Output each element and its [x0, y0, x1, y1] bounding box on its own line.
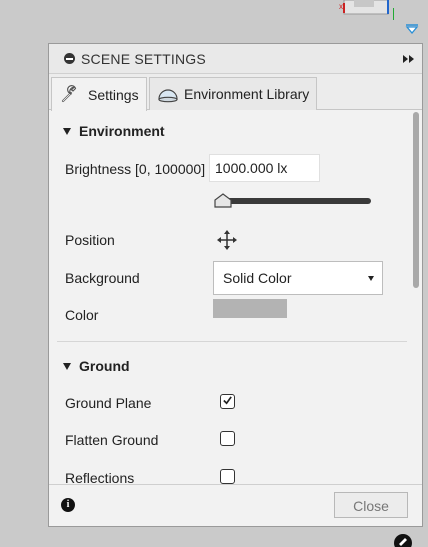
- background-label: Background: [65, 270, 140, 286]
- view-menu-icon[interactable]: [405, 24, 419, 34]
- reflections-label: Reflections: [65, 470, 135, 484]
- viewcube-widget[interactable]: x: [338, 0, 394, 20]
- section-divider: [57, 341, 407, 342]
- reflections-checkbox[interactable]: [220, 469, 235, 484]
- tab-environment-library[interactable]: Environment Library: [149, 77, 317, 110]
- content-scrollbar[interactable]: [411, 110, 420, 484]
- pen-icon[interactable]: [393, 533, 413, 547]
- position-label: Position: [65, 232, 115, 248]
- brightness-label: Brightness [0, 100000]: [65, 161, 206, 177]
- ground-section-header[interactable]: Ground: [63, 358, 130, 374]
- move-icon[interactable]: [217, 230, 237, 250]
- brightness-input[interactable]: [209, 154, 320, 182]
- collapse-triangle-icon: [63, 128, 71, 135]
- tab-bar: Settings Environment Library: [49, 74, 422, 111]
- ground-heading: Ground: [79, 358, 130, 374]
- expand-panel-icon[interactable]: [402, 53, 416, 65]
- background-select[interactable]: Solid Color: [213, 261, 383, 295]
- collapse-triangle-icon: [63, 363, 71, 370]
- flatten-ground-checkbox[interactable]: [220, 431, 235, 446]
- tab-settings[interactable]: Settings: [51, 77, 147, 111]
- flatten-ground-label: Flatten Ground: [65, 432, 159, 448]
- chevron-down-icon: [368, 276, 374, 281]
- scrollbar-thumb[interactable]: [413, 112, 419, 288]
- svg-text:x: x: [339, 2, 343, 11]
- collapse-icon[interactable]: [64, 53, 75, 64]
- ground-plane-checkbox[interactable]: [220, 394, 235, 409]
- tab-settings-label: Settings: [88, 86, 139, 103]
- settings-content: Environment Brightness [0, 100000] Posit…: [49, 110, 412, 484]
- scene-settings-panel: SCENE SETTINGS Settings Environment Libr…: [48, 43, 423, 527]
- color-swatch[interactable]: [213, 299, 287, 318]
- panel-titlebar[interactable]: SCENE SETTINGS: [49, 44, 422, 74]
- environment-heading: Environment: [79, 123, 165, 139]
- color-label: Color: [65, 307, 99, 323]
- dome-icon: [158, 89, 178, 103]
- background-select-value: Solid Color: [223, 270, 292, 286]
- environment-section-header[interactable]: Environment: [63, 123, 165, 139]
- wrench-icon: [61, 85, 77, 103]
- ground-plane-label: Ground Plane: [65, 395, 152, 411]
- panel-footer: i Close: [49, 484, 422, 526]
- info-icon[interactable]: i: [61, 498, 75, 512]
- panel-title: SCENE SETTINGS: [81, 51, 206, 67]
- brightness-slider[interactable]: [221, 198, 371, 204]
- tab-environment-library-label: Environment Library: [184, 86, 310, 102]
- close-button[interactable]: Close: [334, 492, 408, 518]
- brightness-slider-thumb[interactable]: [213, 193, 232, 209]
- checkmark-icon: [223, 396, 232, 405]
